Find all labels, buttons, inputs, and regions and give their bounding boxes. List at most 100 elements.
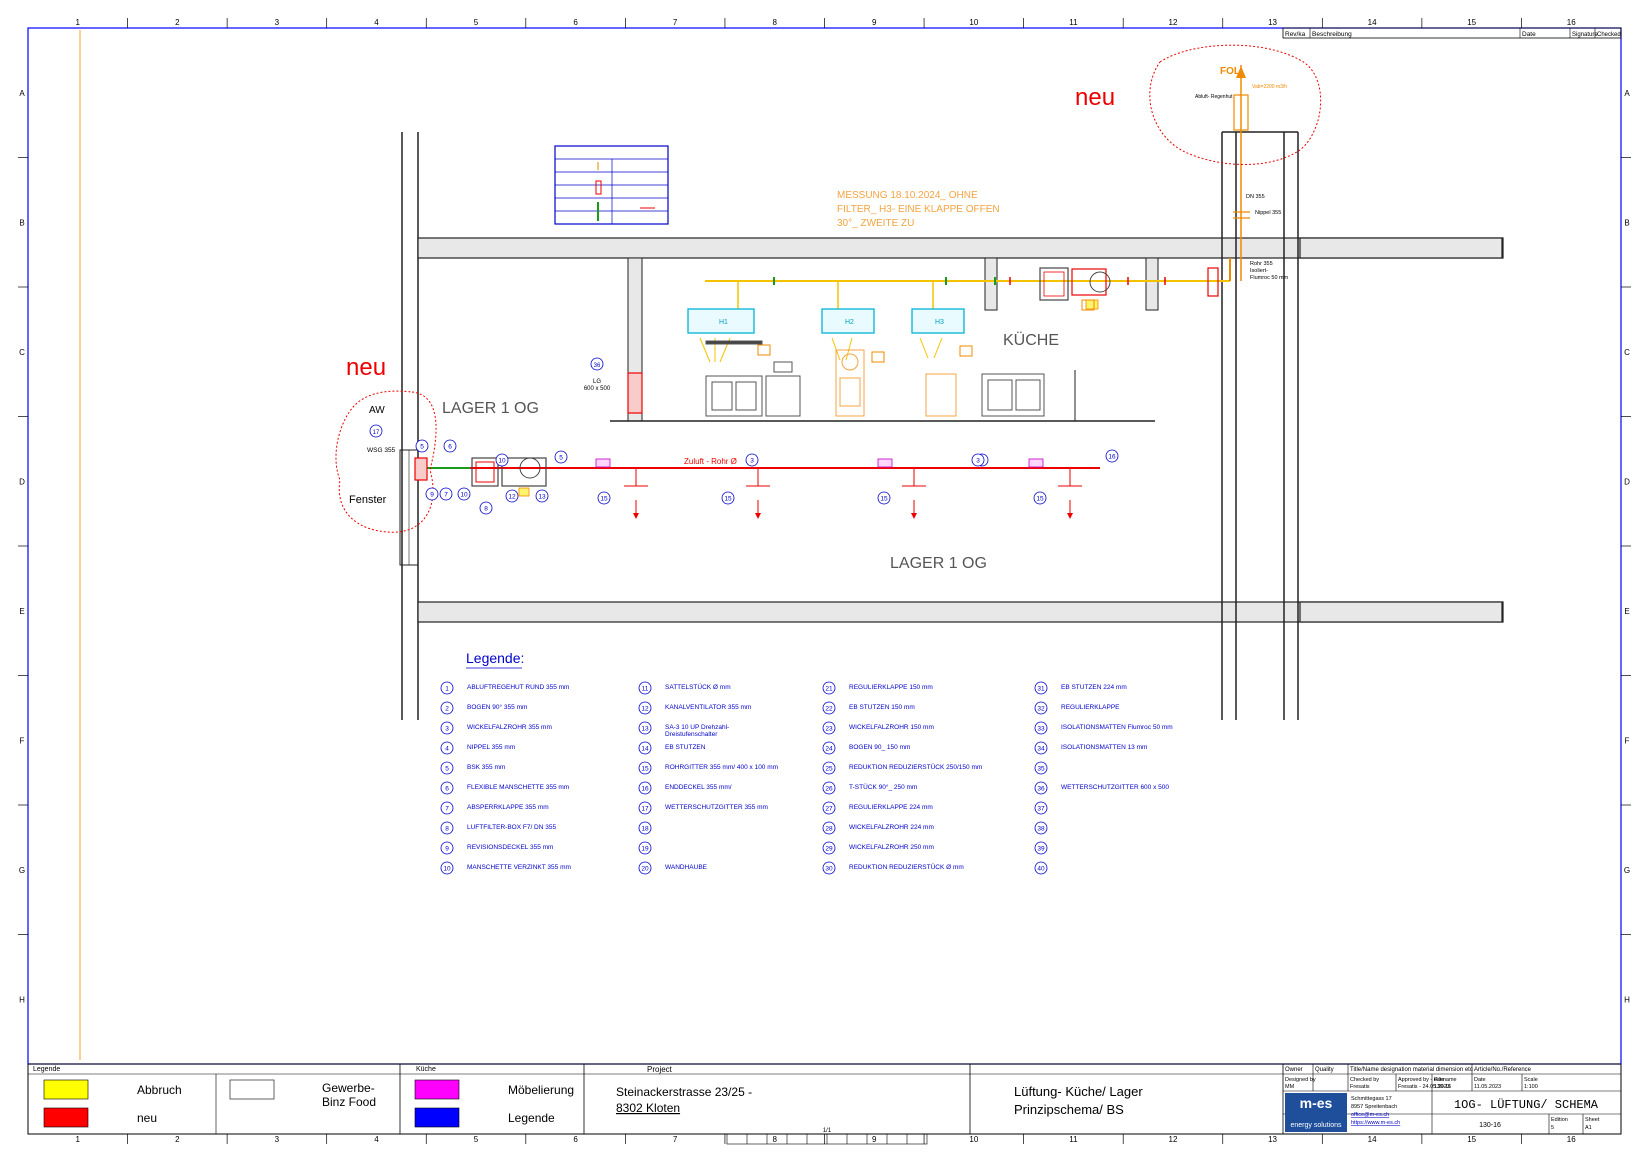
column-label-bottom: 8 [772,1135,777,1144]
legend-title: Legende: [466,650,524,666]
room-lager-top: LAGER 1 OG [442,400,539,417]
legend-item-number: 20 [641,866,649,873]
callout-number: 15 [1036,496,1044,503]
tb-designation-label: Title/Name designation material dimensio… [1350,1067,1473,1073]
legend-item-text: WICKELFALZROHR 224 mm [849,824,934,831]
legend-item-number: 38 [1037,826,1045,833]
legend-item-text: ROHRGITTER 355 mm/ 400 x 100 mm [665,764,778,771]
legend-item-number: 10 [443,866,451,873]
legend-item-text: WANDHAUBE [665,864,708,871]
row-label-left: A [19,89,25,98]
checked-label: Checked [1597,32,1621,38]
column-label-top: 14 [1368,18,1377,27]
tb-title-1: Lüftung- Küche/ Lager [1014,1084,1143,1099]
wsg-label: WSG 355 [367,447,396,454]
callout-number: 6 [448,444,452,451]
column-label-top: 15 [1467,18,1476,27]
callout-number: 10 [498,458,506,465]
column-label-bottom: 15 [1467,1135,1476,1144]
legend-item-number: 25 [825,766,833,773]
legend-item-text: Dreistufenschalter [665,731,718,738]
revision-header: Rev/ka Beschreibung Date Signature Check… [1282,27,1622,39]
sheet-label: Sheet [1585,1117,1600,1123]
row-label-right: A [1624,89,1630,98]
company-website[interactable]: https://www.m-es.ch [1351,1120,1400,1126]
row-label-left: G [19,866,25,875]
revision-cloud-right [1149,44,1322,165]
tb-legende: Legende [508,1111,555,1125]
column-label-bottom: 12 [1169,1135,1178,1144]
legend-item-number: 33 [1037,726,1045,733]
tb-filename-value: 130-16 [1434,1084,1451,1090]
tb-abbruch: Abbruch [137,1083,182,1097]
callout-number: 15 [724,496,732,503]
neu-left-label: neu [346,354,386,381]
rev-label: Rev/ka [1285,31,1306,38]
tb-quality-label: Quality [1315,1067,1334,1073]
column-label-top: 3 [275,18,280,27]
company-email[interactable]: office@m-es.ch [1351,1112,1389,1118]
legend-item-number: 32 [1037,706,1045,713]
row-label-left: B [19,218,24,227]
tb-gewerbe: Gewerbe-Binz Food [322,1081,376,1109]
scale-bar: 1/1 [726,1128,928,1145]
tb-legende-label: Legende [33,1066,60,1073]
column-label-top: 7 [673,18,678,27]
column-label-top: 1 [76,18,81,27]
zuluft-label: Zuluft - Rohr Ø [684,457,737,466]
tb-article-label: Article/No./Reference [1474,1067,1532,1073]
inner-frame [27,27,1622,1065]
legend-item-text: KANALVENTILATOR 355 mm [665,704,751,711]
tb-filename-label: Filename [1434,1077,1457,1083]
tb-scale-label: Scale [1524,1077,1538,1083]
sheet-number: 1/1 [823,1128,832,1134]
column-label-top: 13 [1268,18,1277,27]
legend-item-text: REGULIERKLAPPE 224 mm [849,804,933,811]
legend-item-text: WICKELFALZROHR 150 mm [849,724,934,731]
legend-item-number: 21 [825,686,833,693]
legend-item-number: 5 [445,766,449,773]
callout-number: 15 [600,496,608,503]
room-lager-bottom: LAGER 1 OG [890,555,987,572]
column-label-bottom: 6 [573,1135,578,1144]
rohr-label-2: Isoliert- [1250,268,1268,274]
abluft-hood-label: Abluft- Regenhut [1195,94,1233,100]
kitchen-hoods: H1 H2 H3 [687,308,965,363]
column-label-top: 16 [1567,18,1576,27]
tb-address-2: 8302 Kloten [616,1101,680,1115]
tb-neu: neu [137,1111,157,1125]
drawing-title: 1OG- LÜFTUNG/ SCHEMA [1454,1098,1599,1112]
tb-scale-value: 1:100 [1524,1084,1538,1090]
legend-item-text: EB STUTZEN 150 mm [849,704,915,711]
callout-number: 16 [1108,454,1116,461]
column-label-bottom: 10 [969,1135,978,1144]
legend-item-number: 28 [825,826,833,833]
signature-label: Signature [1572,32,1598,38]
lg-number: 36 [594,363,601,369]
column-label-top: 6 [573,18,578,27]
legend-item-text: REGULIERKLAPPE 150 mm [849,684,933,691]
row-label-right: E [1624,607,1629,616]
callout-number: 8 [484,506,488,513]
column-label-bottom: 13 [1268,1135,1277,1144]
edition-value: 5 [1551,1125,1554,1131]
column-label-top: 10 [969,18,978,27]
legend-item-number: 36 [1037,786,1045,793]
tb-checked-label: Checked by [1350,1077,1379,1083]
measurement-line-3: 30°_ ZWEITE ZU [837,218,914,229]
kitchen-equipment [705,299,1095,417]
legend-item-text: NIPPEL 355 mm [467,744,515,751]
column-label-bottom: 2 [175,1135,180,1144]
callout-number: 15 [880,496,888,503]
legend-item-number: 19 [641,846,649,853]
legend-item-number: 13 [641,726,649,733]
callout-number: 13 [538,494,546,501]
measurement-line-1: MESSUNG 18.10.2024_ OHNE [837,190,978,201]
legend-item-text: ISOLATIONSMATTEN Flumroc 50 mm [1061,724,1173,731]
legend-item-number: 30 [825,866,833,873]
legend-item-text: LUFTFILTER-BOX F7/ DN 355 [467,824,556,831]
row-label-right: C [1624,348,1630,357]
swatch-moebel [414,1079,460,1100]
date-label: Date [1522,31,1536,38]
callout-number: 5 [420,444,424,451]
